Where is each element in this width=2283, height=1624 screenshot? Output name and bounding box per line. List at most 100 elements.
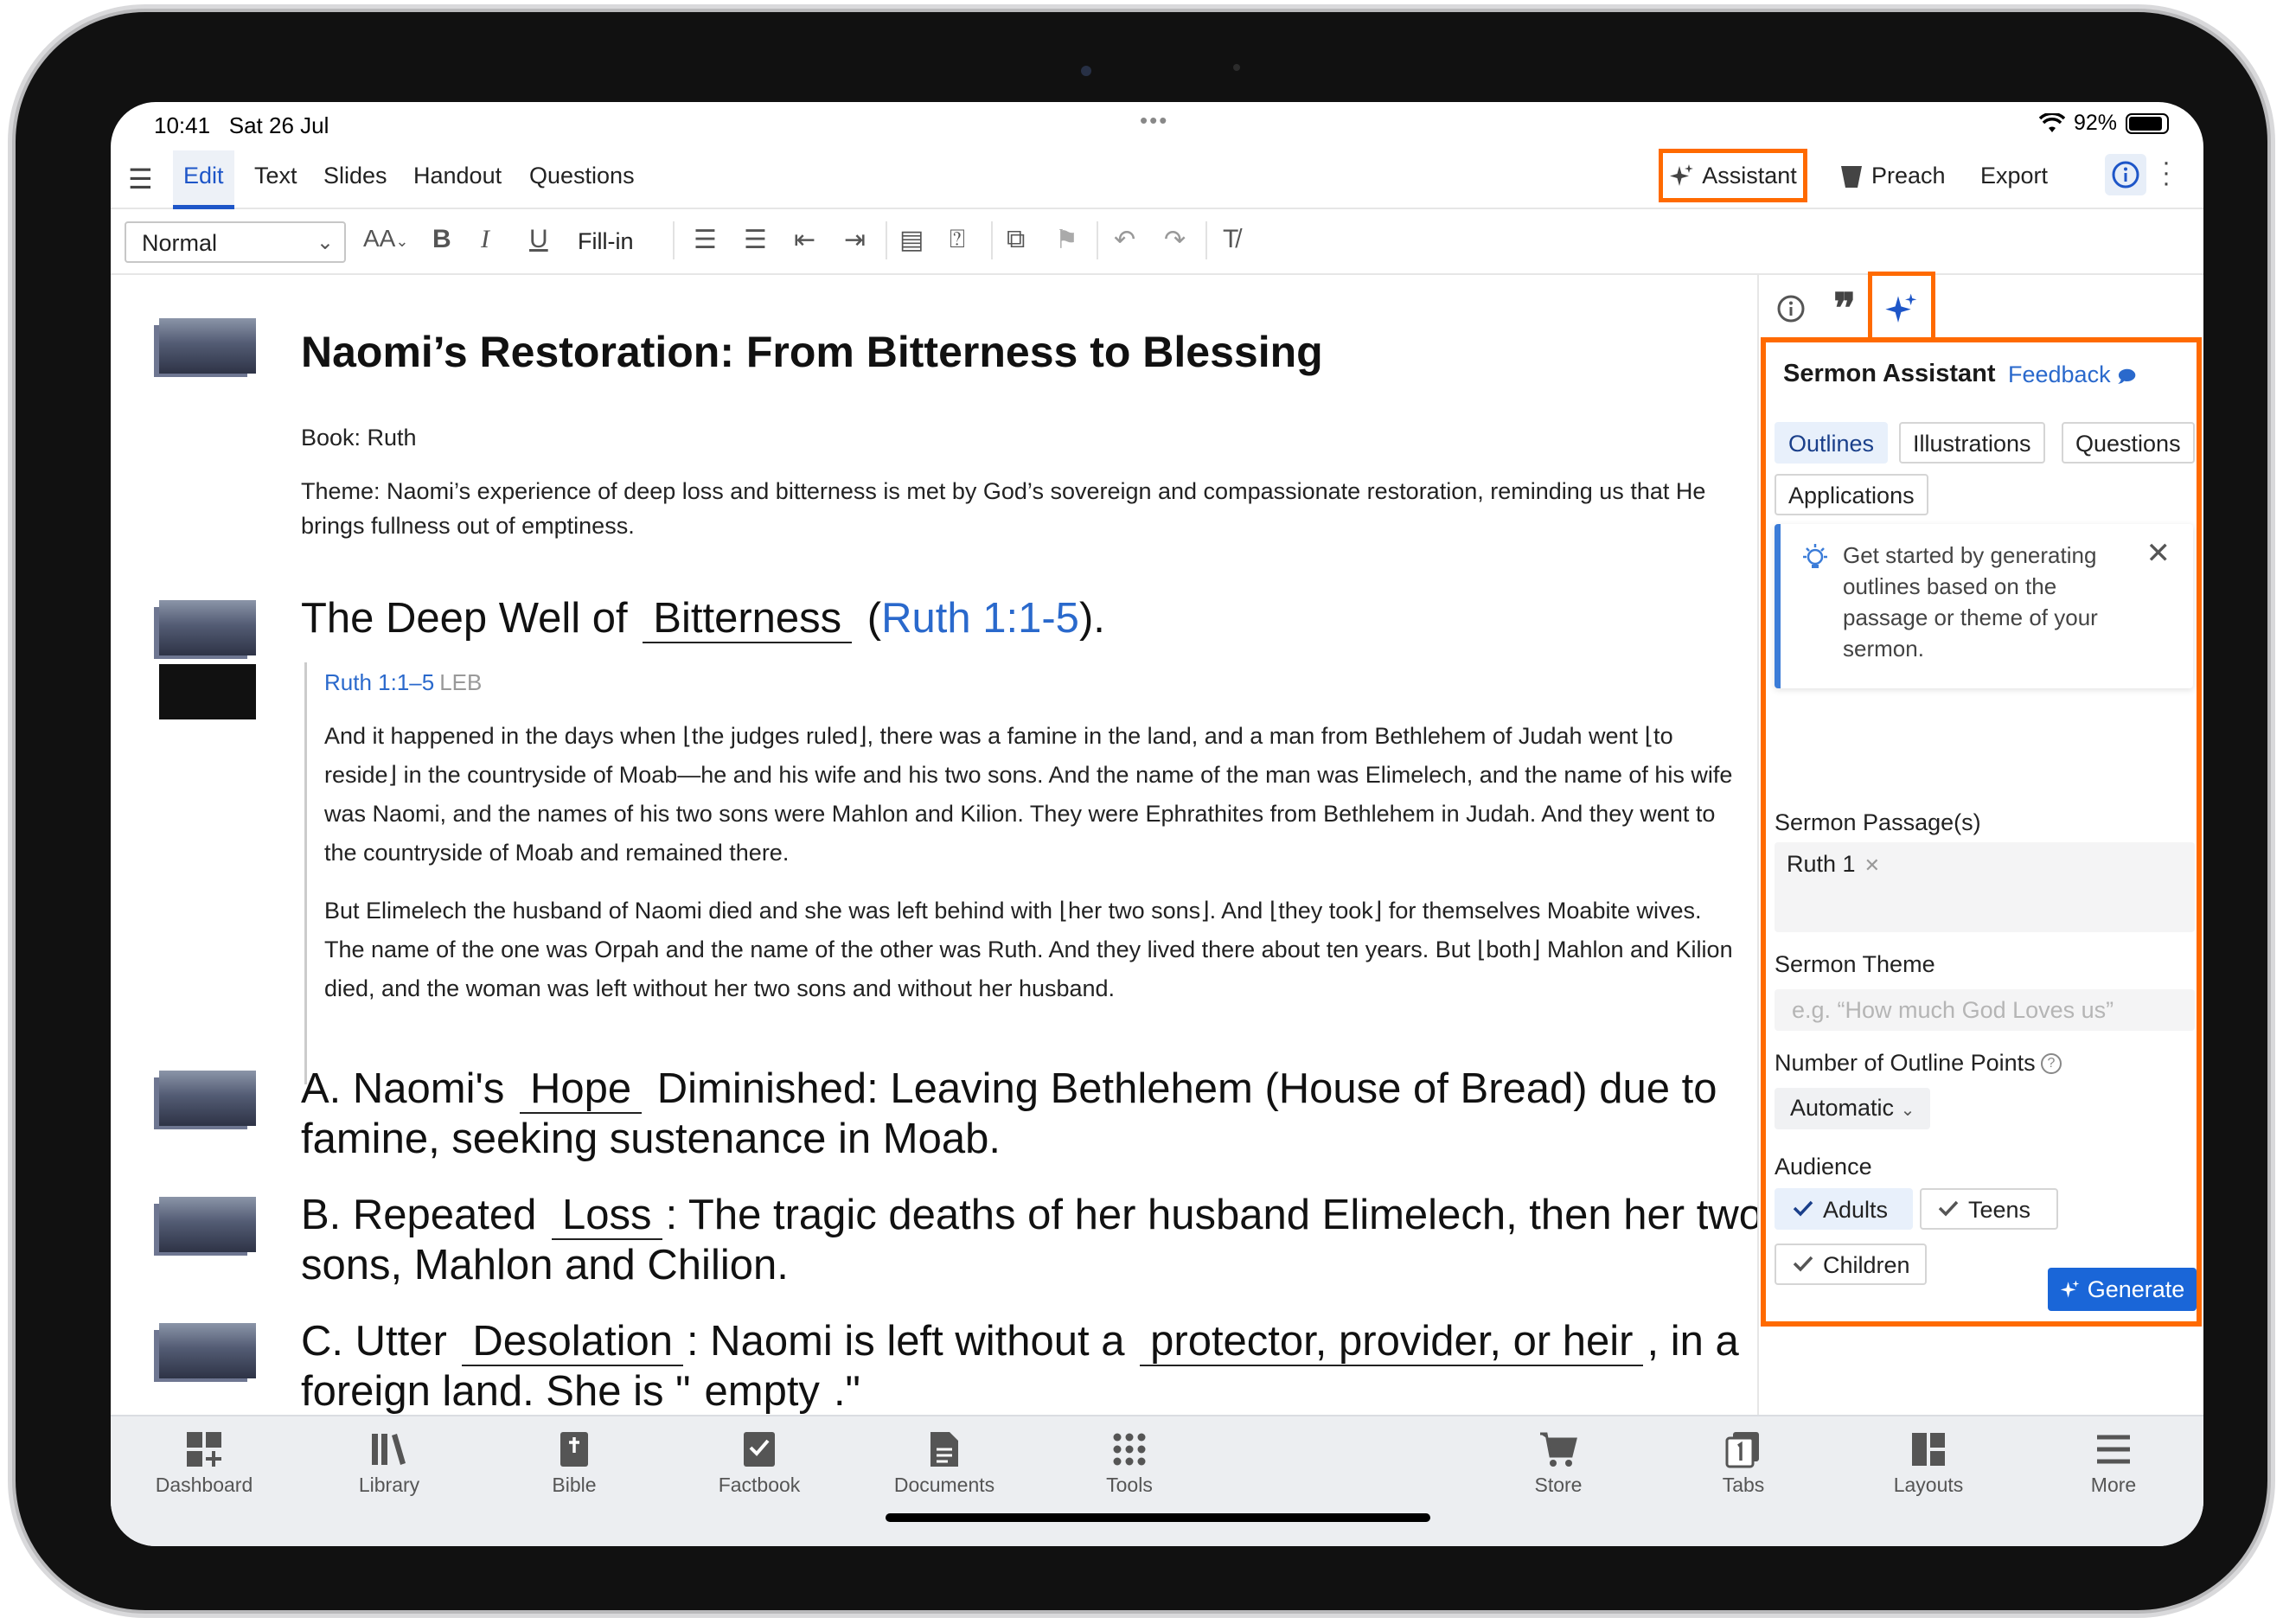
numbered-list-icon[interactable]: ☰ [744,225,767,255]
bullet-list-icon[interactable]: ☰ [694,225,717,255]
document-title[interactable]: Naomi’s Restoration: From Bitterness to … [301,327,1323,377]
sermon-theme-input[interactable] [1775,989,2195,1031]
outline-points-select[interactable]: Automatic ⌄ [1775,1088,1931,1129]
tab-applications[interactable]: Applications [1775,474,1928,515]
tab-illustrations[interactable]: Illustrations [1899,422,2045,464]
slide-thumbnail[interactable] [159,318,256,374]
nav-layouts[interactable]: Layouts [1868,1425,1989,1497]
scripture-paragraph: But Elimelech the husband of Naomi died … [324,898,1733,1001]
nav-dashboard[interactable]: Dashboard [144,1425,265,1497]
audience-children[interactable]: Children [1775,1244,1927,1285]
tab-outlines[interactable]: Outlines [1775,422,1889,464]
point-a[interactable]: A. Naomi's Hope Diminished: Leaving Beth… [301,1064,1757,1164]
preach-button[interactable]: Preach [1840,163,1946,189]
passage-input[interactable]: Ruth 1 ✕ [1775,842,2195,932]
help-icon[interactable]: ? [2041,1053,2062,1074]
preach-label: Preach [1871,163,1946,189]
nav-tools[interactable]: Tools [1069,1425,1190,1497]
scripture-block: Ruth 1:1–5 LEB And it happened in the day… [304,662,1740,1084]
bookmark-icon[interactable]: ⚑ [1055,225,1078,255]
nav-library[interactable]: Library [329,1425,450,1497]
nav-documents[interactable]: Documents [884,1425,1005,1497]
feedback-link[interactable]: Feedback 🗩 [2008,361,2136,393]
info-button[interactable] [2105,154,2146,195]
nav-label: Tabs [1722,1474,1765,1496]
quote-icon[interactable]: ❞ [1825,286,1864,332]
speech-bubble-icon: 🗩 [2117,368,2137,387]
point-b[interactable]: B. Repeated Loss: The tragic deaths of h… [301,1190,1757,1290]
passage-chip[interactable]: Ruth 1 ✕ [1787,851,1880,878]
redo-icon[interactable]: ↷ [1164,225,1186,255]
checkmark-icon [1793,1256,1813,1272]
book-line[interactable]: Book: Ruth [301,420,417,455]
sidebar-tab-info[interactable] [1771,289,1811,329]
scripture-ref-link[interactable]: Ruth 1:1–5 [324,669,434,695]
assistant-button[interactable]: Assistant [1659,149,1807,202]
insert-question-icon[interactable]: ⍰ [950,225,965,254]
status-time: 10:41 [154,112,211,138]
tab-questions[interactable]: Questions [2062,422,2195,464]
fill-in-button[interactable]: Fill-in [578,228,634,255]
fill-in-blank[interactable]: Hope [519,1065,643,1114]
italic-icon[interactable]: I [481,225,489,254]
fill-in-blank[interactable]: Bitterness [643,595,853,643]
export-button[interactable]: Export [1980,163,2048,189]
font-size-icon[interactable]: AA⌄ [363,225,408,253]
more-options-icon[interactable]: · · · [2162,150,2171,196]
sidebar-tab-assistant[interactable] [1868,272,1935,341]
library-icon [372,1434,406,1465]
clear-formatting-icon[interactable]: T̸ [1223,225,1238,254]
lightbulb-icon [1803,544,1827,568]
tab-handout[interactable]: Handout [413,163,502,189]
paragraph-style-select[interactable]: Normal ⌄ [125,221,346,263]
tabs-icon [1725,1432,1759,1468]
undo-icon[interactable]: ↶ [1114,225,1135,255]
underline-icon[interactable]: U [529,225,548,254]
heading-deep-well[interactable]: The Deep Well of Bitterness (Ruth 1:1-5)… [301,593,1757,643]
indent-icon[interactable]: ⇥ [844,225,866,255]
slide-thumbnail[interactable] [159,1071,256,1126]
scripture-link[interactable]: Ruth 1:1-5 [881,595,1079,642]
slide-thumbnail[interactable] [159,1323,256,1378]
nav-tabs[interactable]: Tabs [1683,1425,1804,1497]
tip-text: Get started by generating outlines based… [1843,542,2098,662]
generate-button[interactable]: Generate [2048,1268,2197,1311]
tab-edit[interactable]: Edit [173,150,234,209]
scripture-reference[interactable]: Ruth 1:1–5 LEB [324,669,1740,696]
bold-icon[interactable]: B [432,225,451,254]
theme-paragraph[interactable]: Theme: Naomi’s experience of deep loss a… [301,474,1754,543]
home-indicator[interactable] [886,1513,1430,1522]
audience-adults[interactable]: Adults [1775,1188,1913,1230]
tab-text[interactable]: Text [254,163,297,189]
add-slide-icon[interactable]: ⧉ [1007,225,1025,254]
hamburger-menu-icon[interactable]: ☰ [128,163,153,195]
tab-slides[interactable]: Slides [323,163,387,189]
remove-chip-icon[interactable]: ✕ [1864,854,1880,876]
outdent-icon[interactable]: ⇤ [794,225,815,255]
fill-in-blank[interactable]: Desolation [462,1318,683,1366]
sparkle-icon [2060,1280,2080,1298]
scripture-slide-thumbnail[interactable] [159,664,256,719]
fill-in-blank[interactable]: empty [694,1368,830,1416]
point-a-prefix: A. Naomi's [301,1065,505,1112]
tab-questions[interactable]: Questions [529,163,635,189]
slide-thumbnail[interactable] [159,1197,256,1252]
heading-paren-open: ( [867,595,882,642]
slide-thumbnail[interactable] [159,600,256,655]
audience-teens[interactable]: Teens [1920,1188,2058,1230]
sparkle-icon [1670,164,1694,186]
point-c[interactable]: C. Utter Desolation: Naomi is left witho… [301,1316,1757,1416]
cart-icon [1540,1432,1577,1467]
insert-text-box-icon[interactable]: ▤ [899,225,924,255]
nav-more[interactable]: More [2053,1425,2174,1497]
fill-in-blank[interactable]: Loss [552,1192,662,1240]
nav-factbook[interactable]: Factbook [699,1425,820,1497]
fill-in-blank[interactable]: protector, provider, or heir [1140,1318,1644,1366]
nav-bible[interactable]: Bible [514,1425,635,1497]
nav-store[interactable]: Store [1498,1425,1619,1497]
passage-label: Sermon Passage(s) [1775,809,1981,835]
document-editor[interactable]: Naomi’s Restoration: From Bitterness to … [111,275,1757,1416]
tip-card: Get started by generating outlines based… [1775,524,2193,688]
close-icon[interactable]: ✕ [2146,536,2171,571]
multitasking-dots-icon[interactable]: ••• [1140,107,1168,134]
